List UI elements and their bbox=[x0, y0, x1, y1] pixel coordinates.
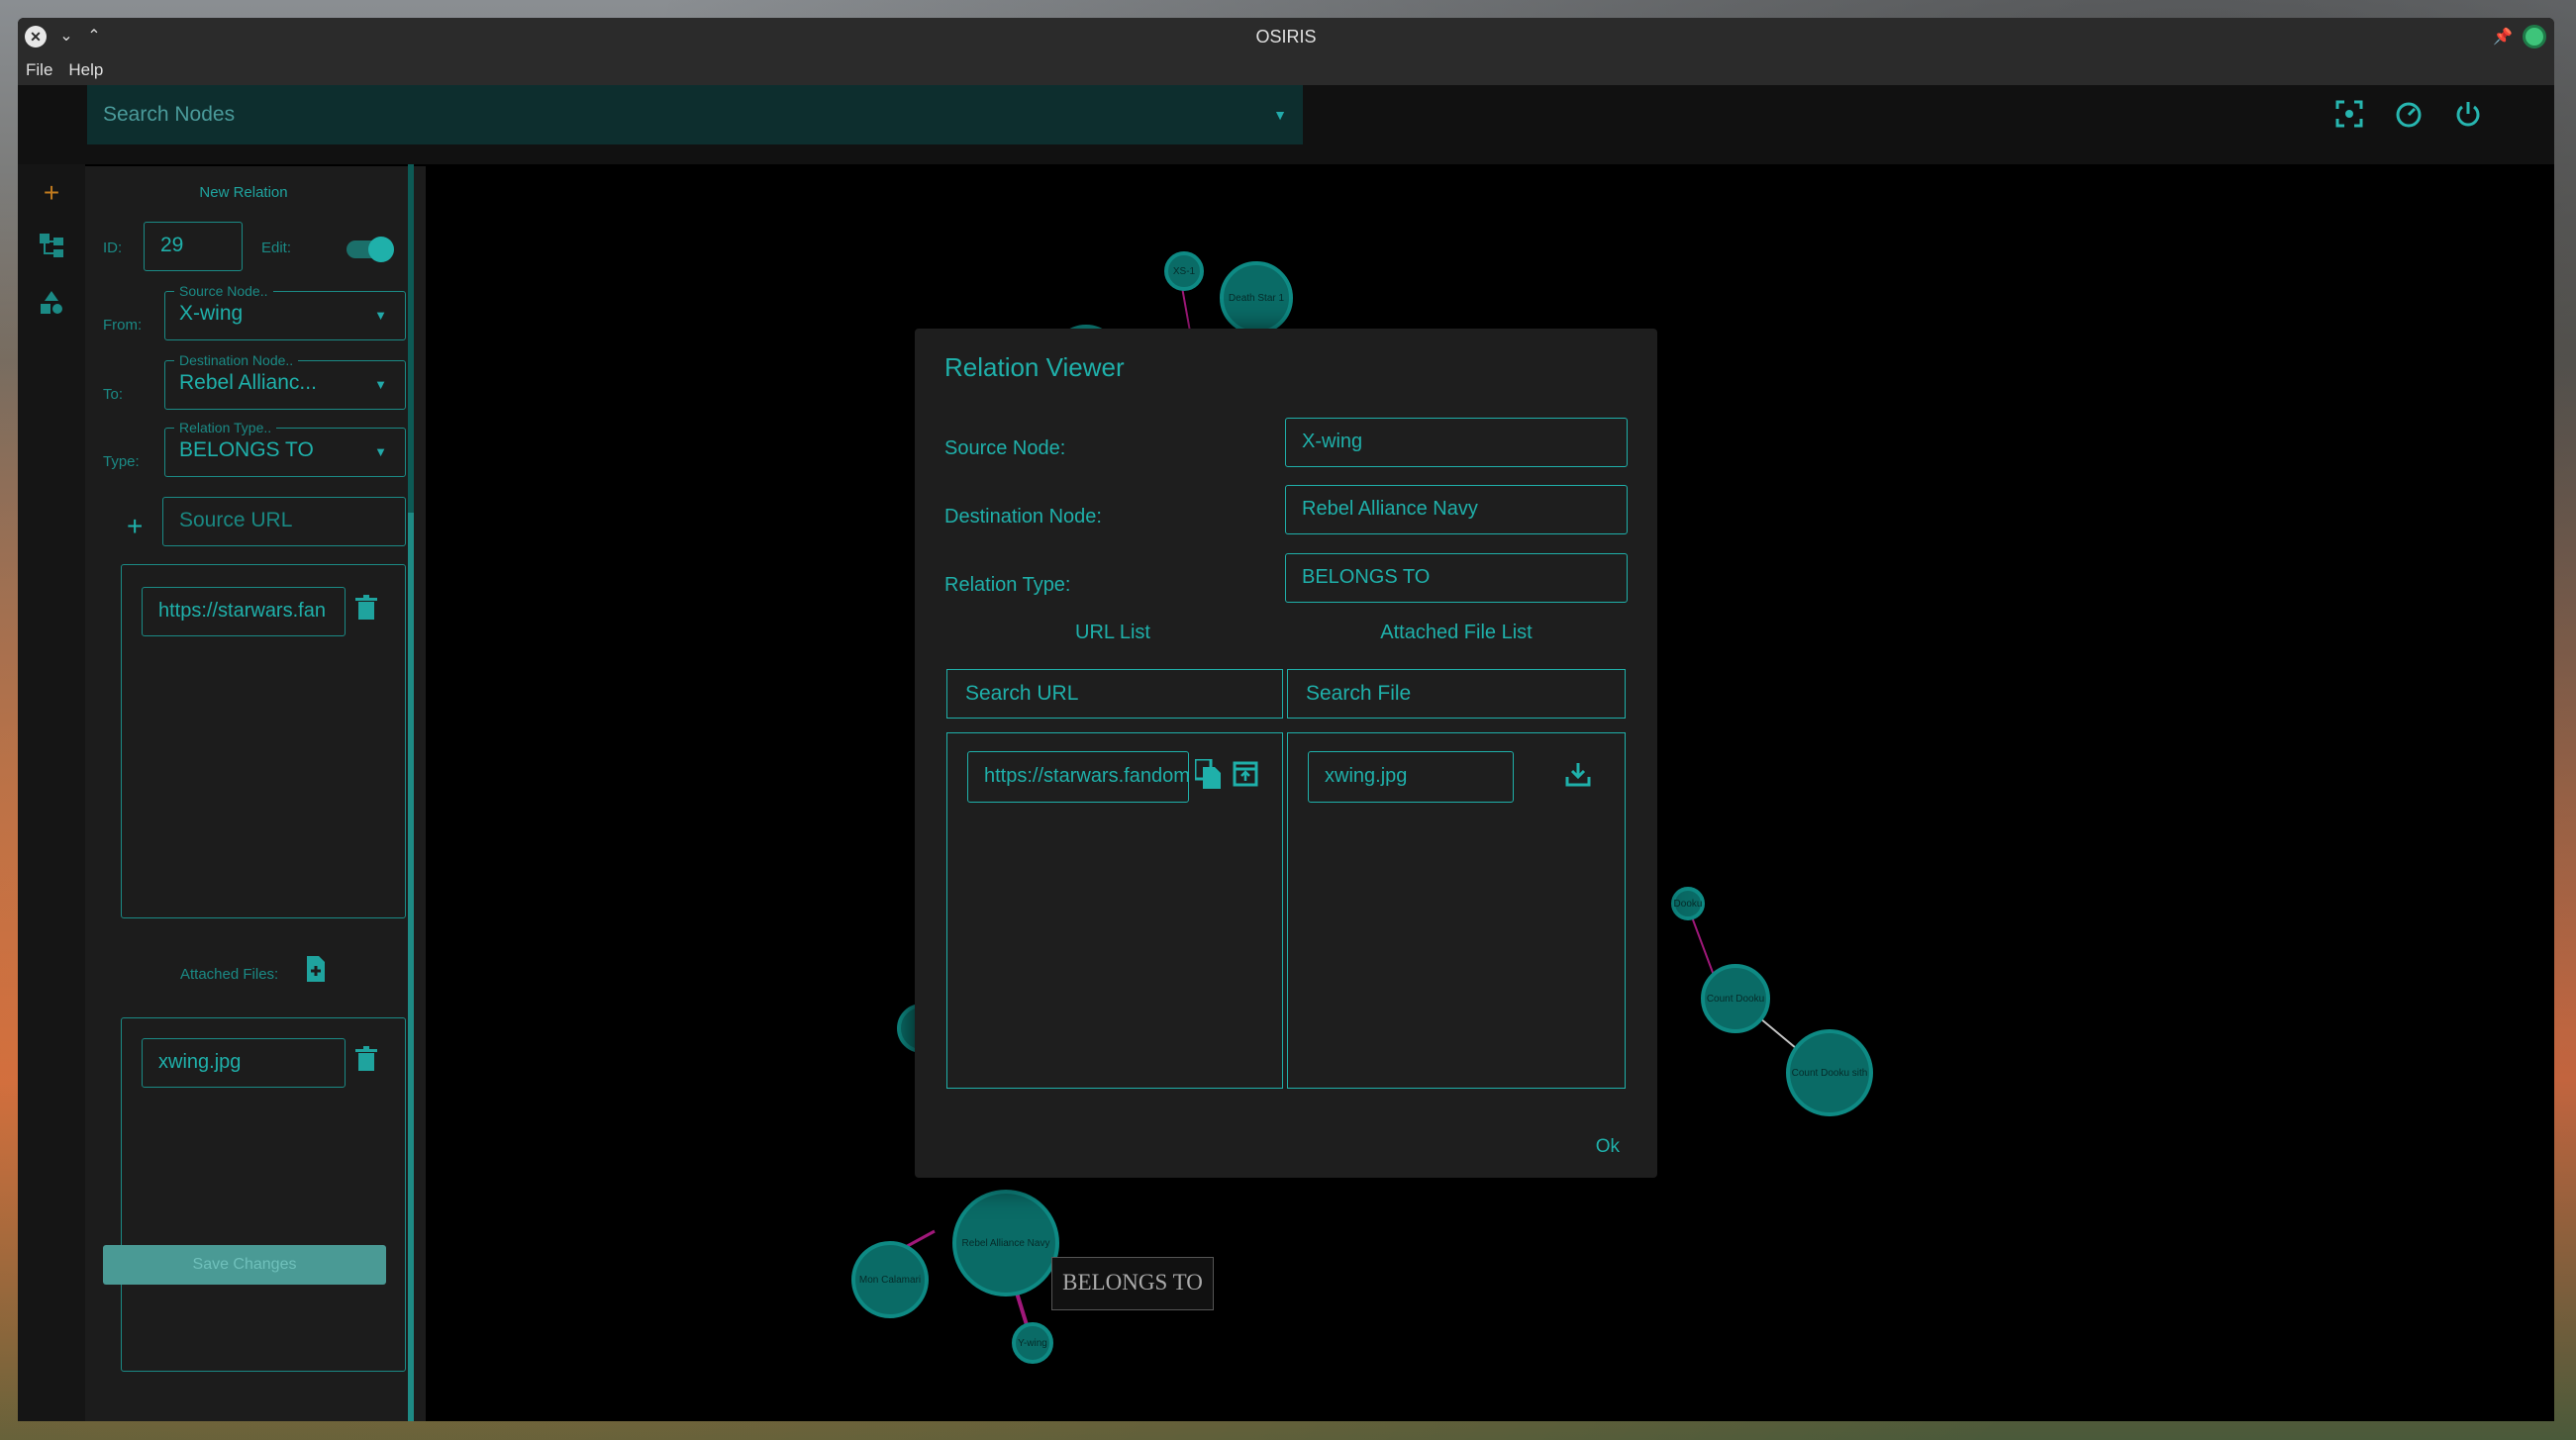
file-list: xwing.jpg bbox=[1287, 732, 1626, 1089]
add-url-icon[interactable]: + bbox=[127, 511, 143, 542]
id-label: ID: bbox=[103, 240, 123, 256]
url-list-item[interactable]: https://starwars.fan bbox=[142, 587, 346, 636]
top-toolbar: Search Nodes ▼ bbox=[18, 85, 2554, 164]
search-nodes-placeholder: Search Nodes bbox=[103, 103, 236, 126]
url-list: https://starwars.fandom.com bbox=[946, 732, 1283, 1089]
app-logo-icon bbox=[2523, 25, 2546, 48]
edit-label: Edit: bbox=[261, 240, 292, 256]
menu-file[interactable]: File bbox=[18, 55, 60, 85]
url-list-header: URL List bbox=[1075, 622, 1150, 643]
relation-viewer-dialog: Relation Viewer Source Node: X-wing Dest… bbox=[915, 329, 1657, 1178]
pin-icon[interactable]: 📌 bbox=[2493, 27, 2513, 47]
chevron-down-icon: ▼ bbox=[374, 444, 387, 459]
file-list-item[interactable]: xwing.jpg bbox=[142, 1038, 346, 1088]
menu-help[interactable]: Help bbox=[60, 55, 111, 85]
shapes-icon[interactable] bbox=[35, 289, 68, 323]
graph-node[interactable]: Mon Calamari bbox=[851, 1241, 929, 1318]
fit-screen-icon[interactable] bbox=[2332, 99, 2366, 133]
left-icon-bar: + bbox=[18, 164, 85, 1421]
app-window: ✕ ⌄ ⌃ OSIRIS 📌 File Help Search Nodes ▼ + bbox=[18, 18, 2554, 1421]
dialog-title: Relation Viewer bbox=[944, 352, 1125, 382]
type-label: Type: bbox=[103, 453, 140, 470]
to-label: To: bbox=[103, 386, 124, 403]
source-node-label: Source Node: bbox=[944, 437, 1066, 459]
source-node-field[interactable]: X-wing bbox=[1285, 418, 1628, 467]
copy-icon[interactable] bbox=[1193, 757, 1221, 796]
add-file-icon[interactable] bbox=[305, 956, 327, 987]
graph-node[interactable]: Count Dooku bbox=[1701, 964, 1770, 1033]
file-list-header: Attached File List bbox=[1380, 622, 1533, 643]
attached-files-label: Attached Files: bbox=[180, 966, 279, 983]
graph-node[interactable]: Count Dooku sith bbox=[1786, 1029, 1873, 1116]
toggle-knob bbox=[368, 237, 394, 262]
url-list-box: https://starwars.fan bbox=[121, 564, 406, 918]
window-title: OSIRIS bbox=[1255, 27, 1317, 47]
from-label: From: bbox=[103, 317, 143, 334]
source-url-input[interactable]: Source URL bbox=[162, 497, 406, 546]
url-list-item[interactable]: https://starwars.fandom.com bbox=[967, 751, 1189, 803]
title-bar: ✕ ⌄ ⌃ OSIRIS 📌 bbox=[18, 18, 2554, 55]
panel-title: New Relation bbox=[199, 184, 288, 201]
search-file-input[interactable]: Search File bbox=[1287, 669, 1626, 719]
chevron-down-icon: ▼ bbox=[374, 377, 387, 392]
speedometer-icon[interactable] bbox=[2392, 99, 2426, 133]
delete-url-icon[interactable] bbox=[355, 595, 377, 627]
destination-node-field[interactable]: Rebel Alliance Navy bbox=[1285, 485, 1628, 534]
edit-toggle[interactable] bbox=[347, 237, 394, 262]
delete-file-icon[interactable] bbox=[355, 1046, 377, 1079]
destination-node-float-label: Destination Node.. bbox=[174, 352, 299, 368]
new-relation-panel: New Relation ID: 29 Edit: From: X-wing ▼… bbox=[85, 166, 426, 1421]
graph-node[interactable]: Dooku bbox=[1671, 887, 1705, 920]
download-icon[interactable] bbox=[1565, 761, 1591, 794]
menu-bar: File Help bbox=[18, 55, 2554, 85]
source-node-value: X-wing bbox=[179, 302, 244, 325]
file-list-box: xwing.jpg bbox=[121, 1017, 406, 1372]
power-icon[interactable] bbox=[2451, 99, 2485, 133]
chevron-down-icon: ▼ bbox=[374, 308, 387, 323]
search-url-input[interactable]: Search URL bbox=[946, 669, 1283, 719]
destination-node-label: Destination Node: bbox=[944, 506, 1102, 528]
id-input[interactable]: 29 bbox=[144, 222, 243, 271]
destination-node-value: Rebel Allianc... bbox=[179, 371, 317, 394]
graph-node[interactable]: Death Star 1 bbox=[1220, 261, 1293, 335]
chevron-down-icon[interactable]: ▼ bbox=[1273, 85, 1287, 144]
relation-tree-icon[interactable] bbox=[35, 232, 68, 265]
search-nodes-input[interactable]: Search Nodes ▼ bbox=[87, 85, 1303, 144]
relation-type-label: Relation Type: bbox=[944, 574, 1071, 596]
relation-type-float-label: Relation Type.. bbox=[174, 420, 277, 435]
source-node-float-label: Source Node.. bbox=[174, 283, 273, 299]
relation-type-value: BELONGS TO bbox=[179, 438, 314, 461]
open-external-icon[interactable] bbox=[1233, 761, 1258, 794]
relation-type-field[interactable]: BELONGS TO bbox=[1285, 553, 1628, 603]
side-panel-scrollbar-thumb[interactable] bbox=[408, 513, 414, 1421]
ok-button[interactable]: Ok bbox=[1596, 1136, 1620, 1158]
edge-tooltip: BELONGS TO bbox=[1051, 1257, 1214, 1310]
save-changes-button[interactable]: Save Changes bbox=[103, 1245, 386, 1285]
graph-node[interactable]: Rebel Alliance Navy bbox=[952, 1190, 1059, 1296]
add-node-icon[interactable]: + bbox=[35, 176, 68, 210]
graph-node[interactable]: Y-wing bbox=[1012, 1322, 1053, 1364]
file-list-item[interactable]: xwing.jpg bbox=[1308, 751, 1514, 803]
graph-node[interactable]: XS-1 bbox=[1164, 251, 1204, 291]
